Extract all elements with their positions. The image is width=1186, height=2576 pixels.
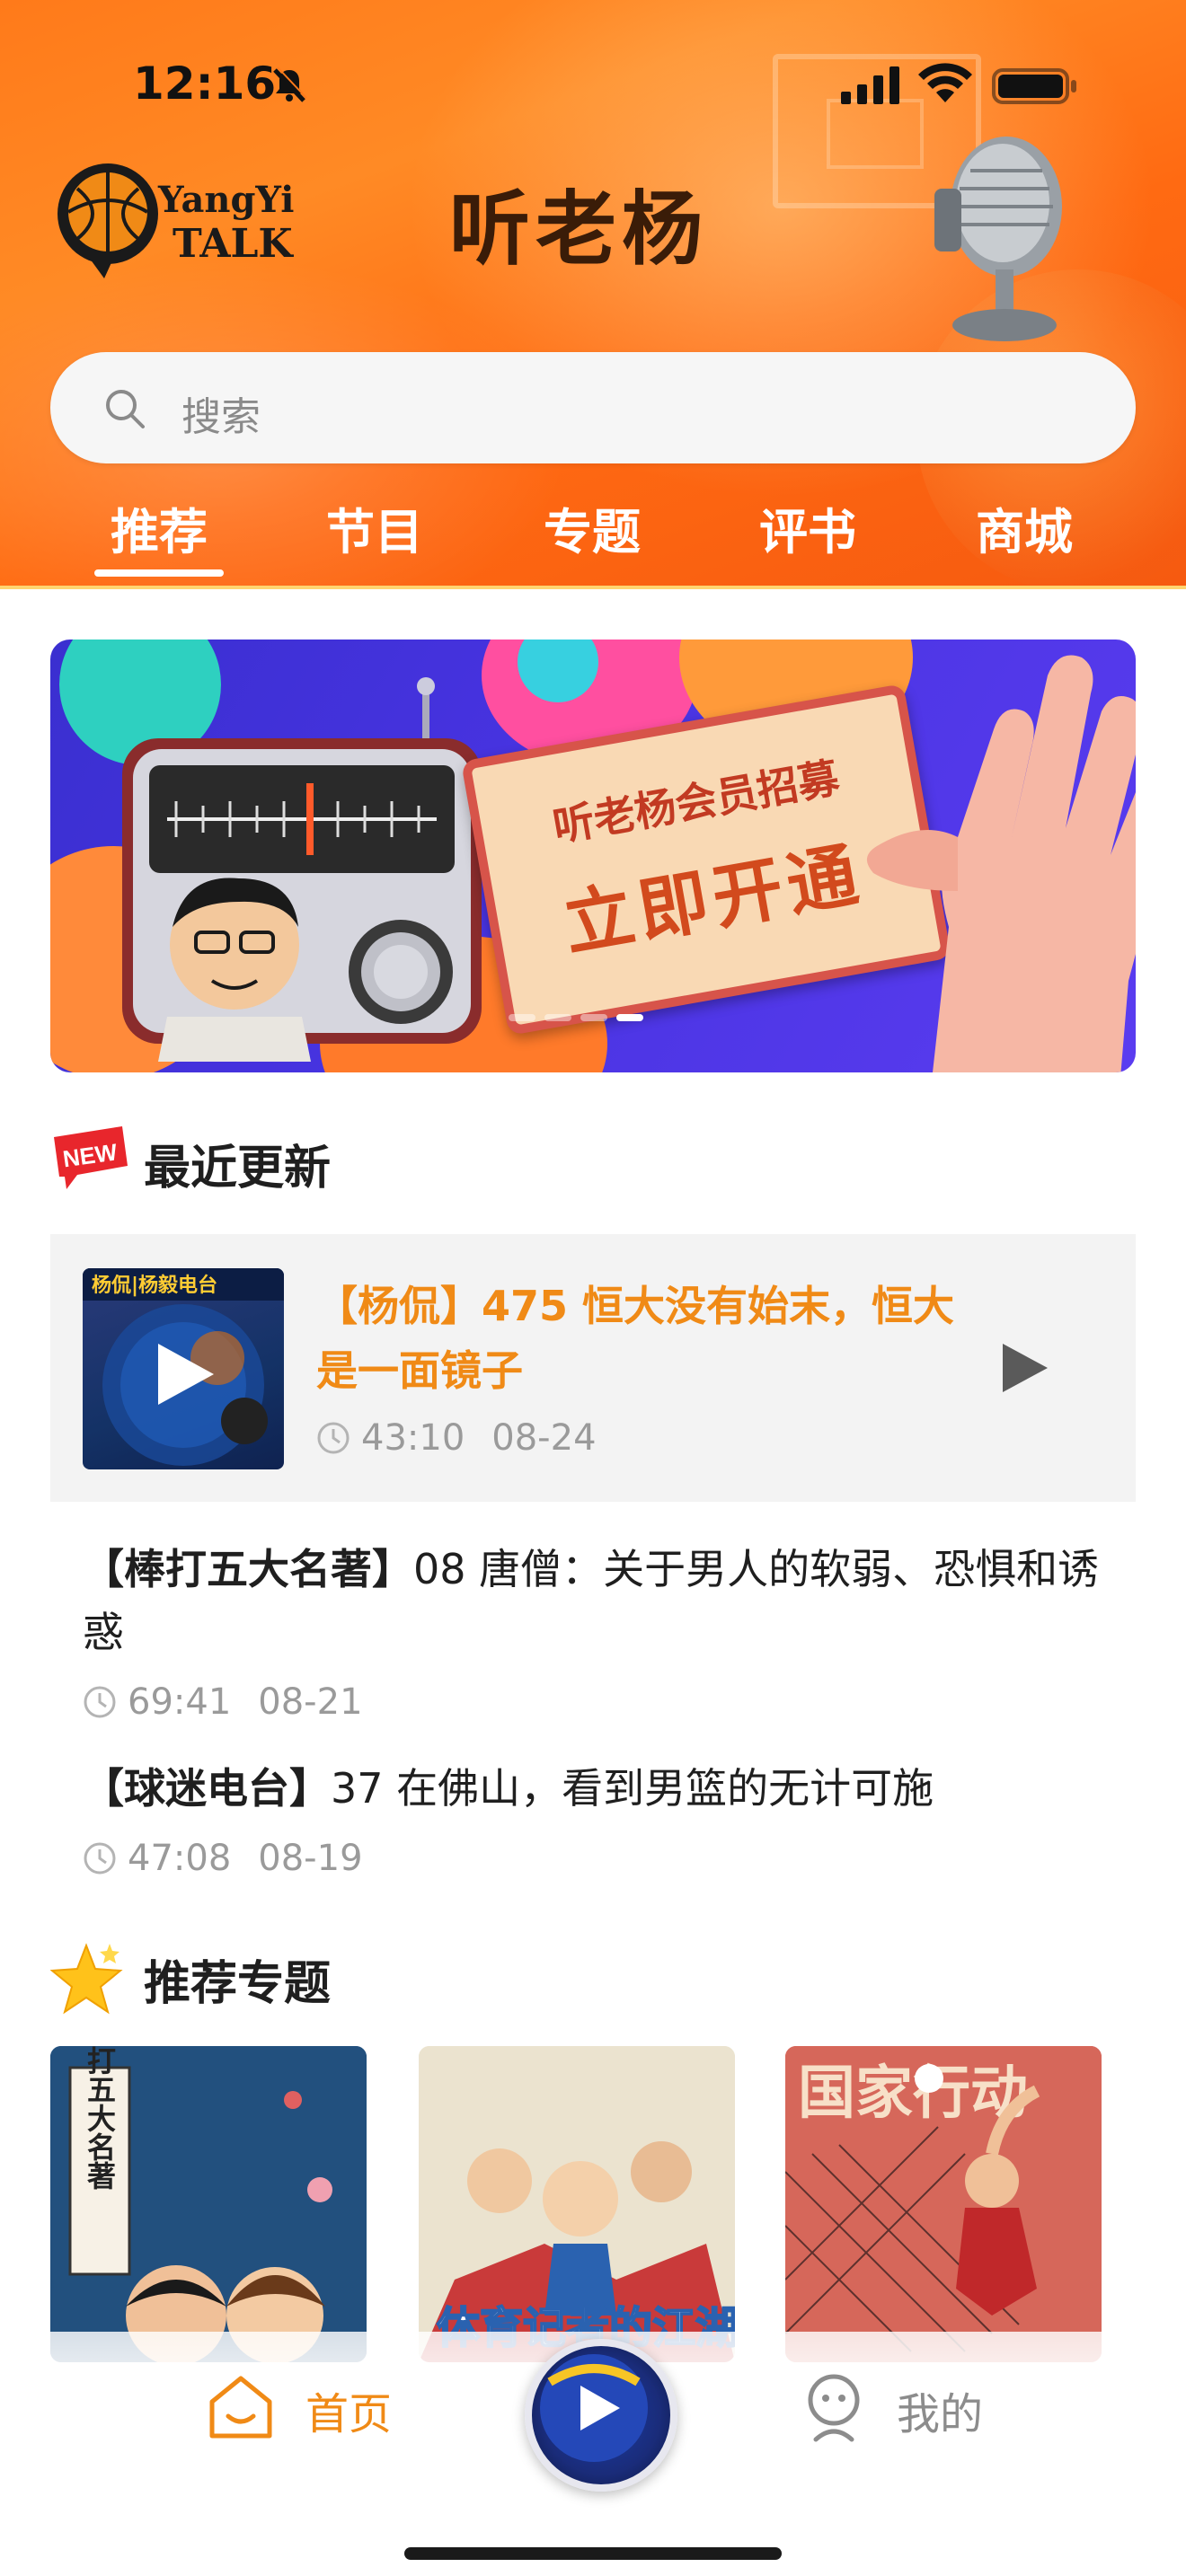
episode-title-text: 37 在佛山，看到男篮的无计可施 bbox=[331, 1764, 934, 1813]
nav-home-label: 首页 bbox=[305, 2389, 393, 2439]
pagination-dot[interactable] bbox=[544, 1014, 571, 1021]
play-icon[interactable] bbox=[997, 1340, 1051, 1396]
battery-icon bbox=[992, 68, 1076, 104]
topic-cover-art: 棒打五大名著 bbox=[50, 2046, 367, 2362]
episode-duration: 47:08 bbox=[128, 1838, 232, 1879]
svg-text:国家行动: 国家行动 bbox=[798, 2060, 1028, 2127]
banner-pagination bbox=[509, 1008, 652, 1025]
featured-episode-meta: 43:10 08-24 bbox=[316, 1417, 597, 1459]
home-indicator bbox=[404, 2547, 782, 2560]
topic-card[interactable]: 体育记者的江湖 bbox=[419, 2046, 735, 2362]
search-bar[interactable]: 搜索 bbox=[50, 352, 1136, 463]
pagination-dot[interactable] bbox=[580, 1014, 607, 1021]
now-playing-cover bbox=[540, 2354, 648, 2462]
cellular-signal-icon bbox=[841, 66, 899, 104]
episode-date: 08-24 bbox=[491, 1417, 597, 1459]
episode-date: 08-19 bbox=[258, 1838, 363, 1879]
now-playing-button[interactable] bbox=[525, 2339, 677, 2492]
episode-item-title[interactable]: 【棒打五大名著】08 唐僧：关于男人的软弱、恐惧和诱惑 bbox=[83, 1538, 1116, 1663]
topic-card[interactable]: 棒打五大名著 bbox=[50, 2046, 367, 2362]
tab-programs[interactable]: 节目 bbox=[285, 492, 465, 563]
home-icon bbox=[209, 2376, 272, 2439]
recent-updates-title: 最近更新 bbox=[144, 1142, 332, 1195]
wifi-icon bbox=[918, 63, 972, 102]
clock-icon bbox=[84, 1686, 116, 1718]
episode-item-title[interactable]: 【球迷电台】37 在佛山，看到男篮的无计可施 bbox=[83, 1757, 1116, 1820]
thumbnail-play-icon bbox=[158, 1344, 214, 1405]
pagination-dot-active[interactable] bbox=[616, 1014, 643, 1021]
new-badge-icon: NEW bbox=[54, 1126, 128, 1189]
episode-duration: 69:41 bbox=[128, 1681, 232, 1723]
profile-icon bbox=[808, 2374, 860, 2442]
clock-icon bbox=[84, 1842, 116, 1875]
nav-me-label: 我的 bbox=[897, 2389, 984, 2439]
tab-storytelling[interactable]: 评书 bbox=[718, 492, 898, 563]
svg-text:YangYi: YangYi bbox=[157, 179, 294, 221]
active-tab-indicator bbox=[94, 569, 224, 577]
tab-store[interactable]: 商城 bbox=[934, 492, 1114, 563]
tab-recommend[interactable]: 推荐 bbox=[69, 492, 249, 563]
pagination-dot[interactable] bbox=[509, 1014, 535, 1021]
search-icon bbox=[106, 390, 145, 428]
promo-banner[interactable]: 听老杨会员招募 立即开通 bbox=[50, 640, 1136, 1072]
basketball-hoop-inner-decor bbox=[827, 99, 924, 169]
topic-card[interactable]: 国家行动 bbox=[785, 2046, 1102, 2362]
topic-cover-art: 体育记者的江湖 bbox=[419, 2046, 735, 2362]
featured-episode[interactable]: 杨侃|杨毅电台 【杨侃】475 恒大没有始末，恒大是一面镜子 43:10 08-2… bbox=[50, 1234, 1136, 1502]
episode-series: 【球迷电台】 bbox=[83, 1764, 331, 1813]
status-time: 12:16 bbox=[133, 57, 277, 110]
tab-topics[interactable]: 专题 bbox=[502, 492, 682, 563]
retro-radio-illustration bbox=[122, 677, 482, 1062]
top-tabs: 推荐 节目 专题 评书 商城 bbox=[0, 492, 1186, 578]
svg-text:杨侃|杨毅电台: 杨侃|杨毅电台 bbox=[92, 1274, 217, 1297]
microphone-icon bbox=[934, 137, 1062, 341]
yangyi-talk-logo: YangYi TALK bbox=[58, 163, 294, 278]
recommended-topics-title: 推荐专题 bbox=[144, 1957, 332, 2011]
episode-meta: 69:41 08-21 bbox=[83, 1681, 363, 1723]
clock-icon bbox=[317, 1422, 350, 1454]
search-placeholder: 搜索 bbox=[181, 394, 261, 440]
featured-episode-thumbnail: 杨侃|杨毅电台 bbox=[83, 1268, 284, 1469]
episode-meta: 47:08 08-19 bbox=[83, 1838, 363, 1879]
bottom-tab-bar: 首页 我的 bbox=[0, 2332, 1186, 2576]
svg-text:棒打五大名著: 棒打五大名著 bbox=[83, 2046, 117, 2190]
episode-duration: 43:10 bbox=[361, 1417, 465, 1459]
svg-text:TALK: TALK bbox=[173, 221, 294, 267]
silent-bell-icon bbox=[273, 66, 307, 102]
episode-date: 08-21 bbox=[258, 1681, 363, 1723]
app-title: 听老杨 bbox=[449, 181, 708, 277]
star-icon bbox=[50, 1943, 123, 2015]
featured-episode-title: 【杨侃】475 恒大没有始末，恒大是一面镜子 bbox=[316, 1282, 955, 1395]
hand-illustration bbox=[866, 655, 1136, 1072]
episode-series: 【棒打五大名著】 bbox=[83, 1545, 413, 1593]
topic-cover-art: 国家行动 bbox=[785, 2046, 1102, 2362]
app-header: 12:16 YangYi TALK 听老杨 搜索 推荐 节目 专题 评书 商城 bbox=[0, 0, 1186, 589]
